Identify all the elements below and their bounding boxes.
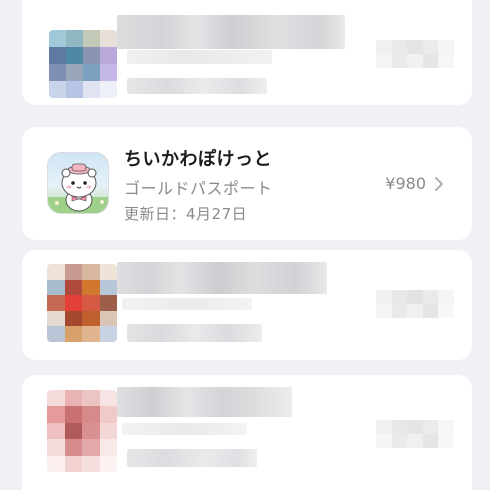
subscription-row-redacted-1[interactable] [22, 0, 472, 105]
redacted-date [127, 449, 257, 467]
redacted-subtitle [122, 423, 247, 435]
renewal-date: 更新日：4月27日 [124, 205, 248, 223]
redacted-subtitle [122, 298, 252, 310]
redacted-title [117, 262, 327, 294]
plan-name: ゴールドパスポート [124, 179, 273, 198]
chevron-right-icon [435, 177, 443, 191]
redacted-app-icon [49, 30, 117, 98]
chiikawa-character-icon [48, 163, 108, 213]
redacted-date [127, 78, 267, 94]
subscription-row-redacted-3[interactable] [22, 375, 472, 490]
redacted-title [117, 387, 292, 417]
redacted-subtitle [127, 50, 272, 64]
subscriptions-list: ちいかわぽけっと ゴールドパスポート 更新日：4月27日 ¥980 [0, 0, 490, 490]
redacted-title [117, 15, 345, 49]
subscription-row[interactable]: ちいかわぽけっと ゴールドパスポート 更新日：4月27日 ¥980 [22, 127, 472, 240]
redacted-price [376, 40, 454, 68]
redacted-price [376, 420, 454, 448]
app-name: ちいかわぽけっと [124, 149, 272, 170]
price: ¥980 [385, 174, 426, 193]
app-icon [47, 152, 109, 214]
redacted-app-icon [47, 264, 117, 342]
redacted-date [127, 324, 262, 342]
redacted-price [376, 290, 454, 318]
redacted-app-icon [47, 390, 117, 472]
subscription-row-redacted-2[interactable] [22, 250, 472, 360]
